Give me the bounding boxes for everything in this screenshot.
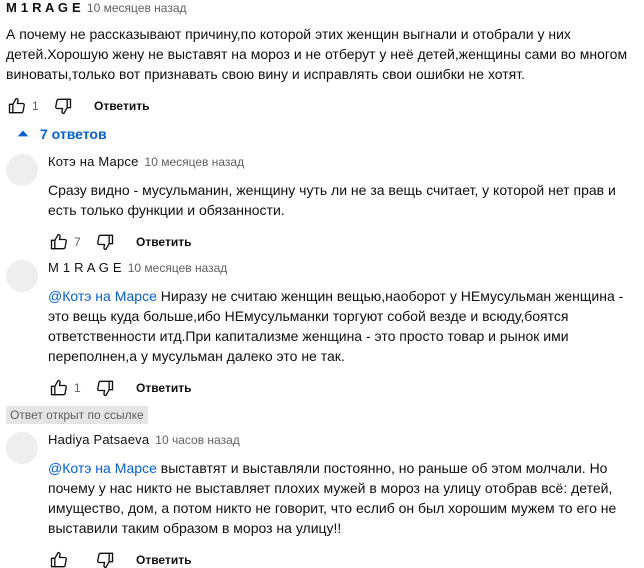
reply-button[interactable]: Ответить [136,553,191,567]
comment-time[interactable]: 10 месяцев назад [87,1,187,15]
avatar[interactable] [6,432,38,464]
reply-button[interactable]: Ответить [136,381,191,395]
avatar[interactable] [6,260,38,292]
comment-author[interactable]: M 1 R A G E [48,260,122,275]
replies-count-label: 7 ответов [40,126,107,142]
comment-actions: Ответить [48,548,638,568]
comment-header: M 1 R A G E 10 месяцев назад [48,260,638,278]
avatar[interactable] [6,154,38,186]
comment-time[interactable]: 10 месяцев назад [145,155,245,169]
comment-author[interactable]: Котэ на Марсе [48,154,139,169]
comment-header: M 1 R A G E 10 месяцев назад [6,0,638,18]
reply-comment: Hadiya Patsaeva 10 часов назад @Котэ на … [6,432,638,568]
top-comment: M 1 R A G E 10 месяцев назад А почему не… [6,0,638,118]
like-count: 1 [32,99,39,113]
linked-reply-badge: Ответ открыт по ссылке [6,406,148,424]
reply-button[interactable]: Ответить [136,235,191,249]
chevron-up-icon [17,130,29,137]
comment-text: @Котэ на Марсе Ниразу не считаю женщин в… [48,286,638,366]
reply-button[interactable]: Ответить [94,99,149,113]
dislike-icon[interactable] [94,549,116,568]
comment-author[interactable]: M 1 R A G E [6,0,81,15]
like-icon[interactable] [48,231,70,253]
like-icon[interactable] [48,549,70,568]
replies-toggle-button[interactable]: 7 ответов [16,126,107,142]
like-icon[interactable] [48,377,70,399]
comment-time[interactable]: 10 месяцев назад [128,261,228,275]
comment-time[interactable]: 10 часов назад [155,433,239,447]
dislike-icon[interactable] [52,95,74,117]
comment-author[interactable]: Hadiya Patsaeva [48,432,149,447]
comment-actions: 7 Ответить [48,230,638,254]
reply-comment: Котэ на Марсе 10 месяцев назад Сразу вид… [6,154,638,254]
like-count: 1 [74,381,81,395]
mention-link[interactable]: @Котэ на Марсе [48,460,157,476]
comment-header: Котэ на Марсе 10 месяцев назад [48,154,638,172]
mention-link[interactable]: @Котэ на Марсе [48,288,157,304]
comment-text: А почему не рассказывают причину,по кото… [6,26,628,82]
dislike-icon[interactable] [94,231,116,253]
like-count: 7 [74,235,81,249]
comment-header: Hadiya Patsaeva 10 часов назад [48,432,638,450]
comment-text: @Котэ на Марсе выставтят и выставляли по… [48,458,638,538]
comment-actions: 1 Ответить [48,376,638,400]
like-icon[interactable] [6,95,28,117]
dislike-icon[interactable] [94,377,116,399]
reply-comment: M 1 R A G E 10 месяцев назад @Котэ на Ма… [6,260,638,400]
comment-actions: 1 Ответить [6,94,638,118]
comment-text: Сразу видно - мусульманин, женщину чуть … [48,182,616,218]
